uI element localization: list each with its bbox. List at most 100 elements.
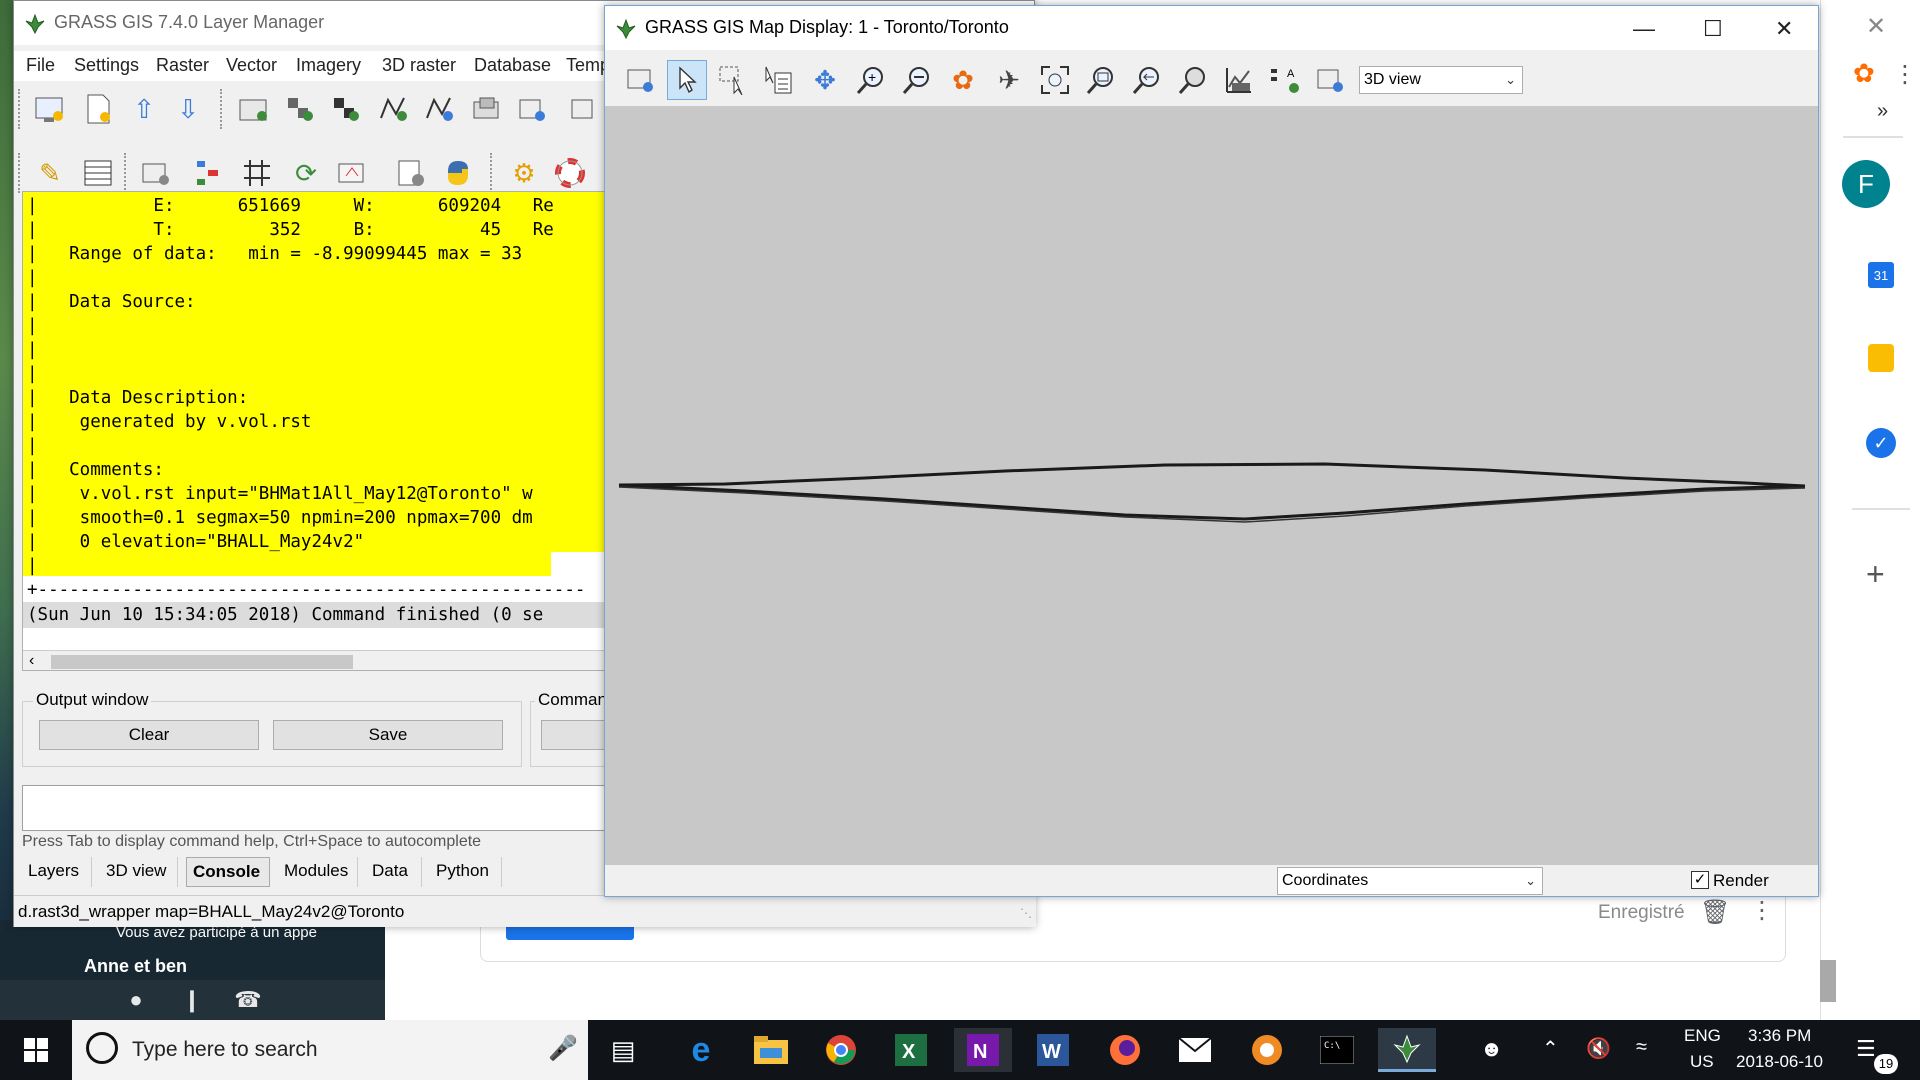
more-options-icon[interactable]: ⋮ xyxy=(1750,896,1774,925)
console-output[interactable]: | E: 651669 W: 609204 Re | T: 352 B: 45 … xyxy=(22,191,622,671)
zoom-in-icon[interactable]: + xyxy=(851,60,891,100)
trash-icon[interactable]: 🗑 xyxy=(1700,898,1730,927)
person-icon[interactable]: ● xyxy=(122,986,150,1014)
add-icon[interactable]: + xyxy=(1866,556,1885,593)
chat-contact-name[interactable]: Anne et ben xyxy=(84,956,187,977)
remove-layer-icon[interactable] xyxy=(136,153,176,193)
save-display-icon[interactable] xyxy=(1311,60,1351,100)
edit-vector-icon[interactable]: ✎ xyxy=(30,153,70,193)
zoom-out-icon[interactable] xyxy=(897,60,937,100)
toolbar-grip[interactable] xyxy=(18,153,22,193)
zoom-to-extent-icon[interactable] xyxy=(1035,60,1075,100)
workspace-properties-icon[interactable] xyxy=(392,153,432,193)
new-workspace-icon[interactable] xyxy=(78,89,118,129)
task-view-icon[interactable]: ▤ xyxy=(594,1028,652,1072)
add-overlay-icon[interactable] xyxy=(466,89,506,129)
add-map-layers-icon[interactable] xyxy=(234,89,274,129)
scrollbar-thumb[interactable] xyxy=(51,655,353,669)
file-explorer-icon[interactable] xyxy=(742,1028,800,1072)
phone-icon[interactable]: ☎ xyxy=(234,986,262,1014)
map-mode-select[interactable]: 3D view ⌄ xyxy=(1359,66,1523,94)
volume-muted-icon[interactable]: 🔇 xyxy=(1586,1036,1611,1061)
toolbar-grip[interactable] xyxy=(220,89,224,129)
rotate-icon[interactable]: ✿ xyxy=(943,60,983,100)
add-misc-icon[interactable] xyxy=(564,89,604,129)
close-icon[interactable]: ✕ xyxy=(1775,16,1793,42)
onenote-icon[interactable]: N xyxy=(954,1028,1012,1072)
word-icon[interactable]: W xyxy=(1024,1028,1082,1072)
scroll-left-icon[interactable]: ‹ xyxy=(29,652,34,670)
pan-icon[interactable]: ✥ xyxy=(805,60,845,100)
excel-icon[interactable]: X xyxy=(882,1028,940,1072)
chat-bubble-icon[interactable]: ❙ xyxy=(178,986,206,1014)
attribute-table-icon[interactable] xyxy=(78,153,118,193)
map-canvas[interactable] xyxy=(605,106,1818,864)
menu-database[interactable]: Database xyxy=(474,55,551,76)
add-map-elements-icon[interactable]: A xyxy=(1265,60,1305,100)
firefox-icon[interactable] xyxy=(1096,1028,1154,1072)
extension-icon[interactable]: ✿ xyxy=(1853,58,1875,89)
menu-3d-raster[interactable]: 3D raster xyxy=(382,55,456,76)
calendar-icon[interactable]: 31 xyxy=(1868,262,1894,288)
terminal-icon[interactable]: C:\ xyxy=(1308,1028,1366,1072)
language-region[interactable]: US xyxy=(1690,1052,1714,1072)
clock-time[interactable]: 3:36 PM xyxy=(1748,1026,1811,1046)
add-group-icon[interactable] xyxy=(512,89,552,129)
edge-icon[interactable]: e xyxy=(672,1028,730,1072)
tab-modules[interactable]: Modules xyxy=(278,857,358,887)
add-raster-misc-icon[interactable] xyxy=(326,89,366,129)
console-horizontal-scrollbar[interactable]: ‹ xyxy=(23,650,621,670)
tab-console[interactable]: Console xyxy=(186,857,270,887)
map-swipe-icon[interactable] xyxy=(332,153,372,193)
people-icon[interactable]: ☻ xyxy=(1480,1036,1503,1062)
analyze-map-icon[interactable] xyxy=(1219,60,1259,100)
georectifier-icon[interactable] xyxy=(238,153,278,193)
toolbar-grip[interactable] xyxy=(124,153,128,193)
resize-grip-icon[interactable]: ⋱ xyxy=(1020,906,1032,920)
zoom-region-icon[interactable] xyxy=(1081,60,1121,100)
language-code[interactable]: ENG xyxy=(1684,1026,1721,1046)
add-vector-misc-icon[interactable] xyxy=(420,89,460,129)
menu-settings[interactable]: Settings xyxy=(74,55,139,76)
app-orange-icon[interactable] xyxy=(1238,1028,1296,1072)
menu-dots-icon[interactable]: ⋮ xyxy=(1893,60,1917,89)
chrome-icon[interactable] xyxy=(812,1028,870,1072)
animation-tool-icon[interactable]: ⟳ xyxy=(286,153,326,193)
add-vector-icon[interactable] xyxy=(374,89,414,129)
zoom-back-icon[interactable] xyxy=(1127,60,1167,100)
tab-data[interactable]: Data xyxy=(366,857,422,887)
tab-layers[interactable]: Layers xyxy=(22,857,92,887)
new-map-display-icon[interactable] xyxy=(30,89,70,129)
python-shell-icon[interactable] xyxy=(438,153,478,193)
zoom-menu-icon[interactable] xyxy=(1173,60,1213,100)
add-raster-icon[interactable] xyxy=(280,89,320,129)
mail-icon[interactable] xyxy=(1166,1028,1224,1072)
map-display-titlebar[interactable]: GRASS GIS Map Display: 1 - Toronto/Toron… xyxy=(605,6,1818,50)
microphone-icon[interactable]: 🎤 xyxy=(548,1034,578,1063)
menu-raster[interactable]: Raster xyxy=(156,55,209,76)
command-input[interactable] xyxy=(22,785,622,831)
pointer-icon[interactable] xyxy=(667,60,707,100)
display-map-icon[interactable] xyxy=(621,60,661,100)
clock-date[interactable]: 2018-06-10 xyxy=(1736,1052,1823,1072)
menu-file[interactable]: File xyxy=(26,55,55,76)
wifi-icon[interactable]: ≈ xyxy=(1636,1036,1647,1059)
statusbar-mode-select[interactable]: Coordinates ⌄ xyxy=(1277,867,1543,895)
chevron-up-icon[interactable]: ⌃ xyxy=(1542,1036,1559,1061)
toolbar-grip[interactable] xyxy=(490,153,494,193)
notification-icon[interactable]: ☰ xyxy=(1856,1036,1876,1062)
start-button[interactable] xyxy=(0,1020,72,1080)
keep-icon[interactable] xyxy=(1868,344,1894,372)
browser-scrollbar-thumb[interactable] xyxy=(1820,960,1836,1002)
clear-button[interactable]: Clear xyxy=(39,720,259,750)
query-icon[interactable] xyxy=(759,60,799,100)
save-button[interactable]: Save xyxy=(273,720,503,750)
settings-gear-icon[interactable]: ⚙ xyxy=(504,153,544,193)
tasks-icon[interactable]: ✓ xyxy=(1866,428,1896,458)
fly-through-icon[interactable]: ✈ xyxy=(989,60,1029,100)
save-workspace-icon[interactable]: ⇩ xyxy=(168,89,208,129)
toolbar-grip[interactable] xyxy=(18,89,22,129)
help-lifebuoy-icon[interactable] xyxy=(550,153,590,193)
minimize-icon[interactable]: — xyxy=(1633,16,1655,42)
menu-vector[interactable]: Vector xyxy=(226,55,277,76)
